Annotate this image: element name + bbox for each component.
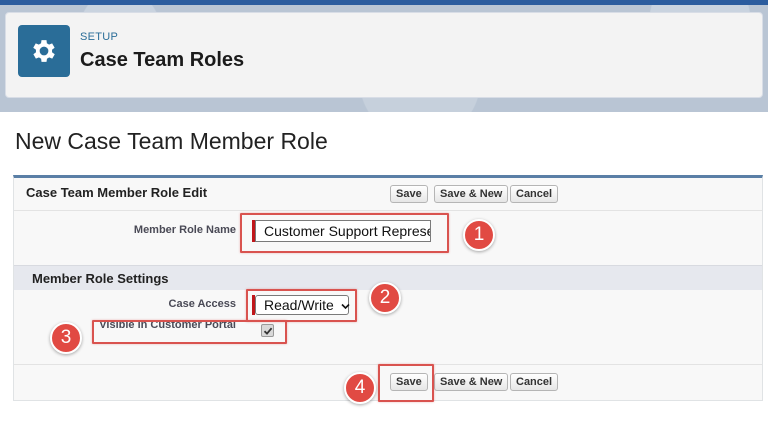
member-role-settings-title: Member Role Settings <box>32 271 169 286</box>
annotation-badge-3: 3 <box>50 322 82 354</box>
highlight-case-access <box>246 289 357 322</box>
annotation-badge-1: 1 <box>463 219 495 251</box>
gear-icon <box>18 25 70 77</box>
annotation-badge-4: 4 <box>344 372 376 404</box>
form-header-row: Case Team Member Role Edit Save Save & N… <box>14 178 762 211</box>
annotation-badge-2: 2 <box>369 282 401 314</box>
case-access-label: Case Access <box>168 298 236 310</box>
cancel-button-bottom[interactable]: Cancel <box>510 373 559 391</box>
cancel-button-top[interactable]: Cancel <box>510 185 559 203</box>
setup-eyebrow: SETUP <box>80 31 119 43</box>
page-header-title: Case Team Roles <box>80 49 245 71</box>
page-title: New Case Team Member Role <box>15 128 328 154</box>
save-new-button-bottom[interactable]: Save & New <box>434 373 509 391</box>
save-new-button-top[interactable]: Save & New <box>434 185 509 203</box>
highlight-member-role-name <box>240 213 449 253</box>
highlight-visible-portal <box>92 320 287 344</box>
member-role-name-label: Member Role Name <box>133 224 236 236</box>
setup-header: SETUP Case Team Roles <box>5 12 763 98</box>
highlight-save-button <box>378 364 434 402</box>
top-strip <box>0 0 768 5</box>
form-section-title: Case Team Member Role Edit <box>26 185 208 200</box>
header-background: SETUP Case Team Roles <box>0 0 768 112</box>
save-button-top[interactable]: Save <box>390 185 428 203</box>
